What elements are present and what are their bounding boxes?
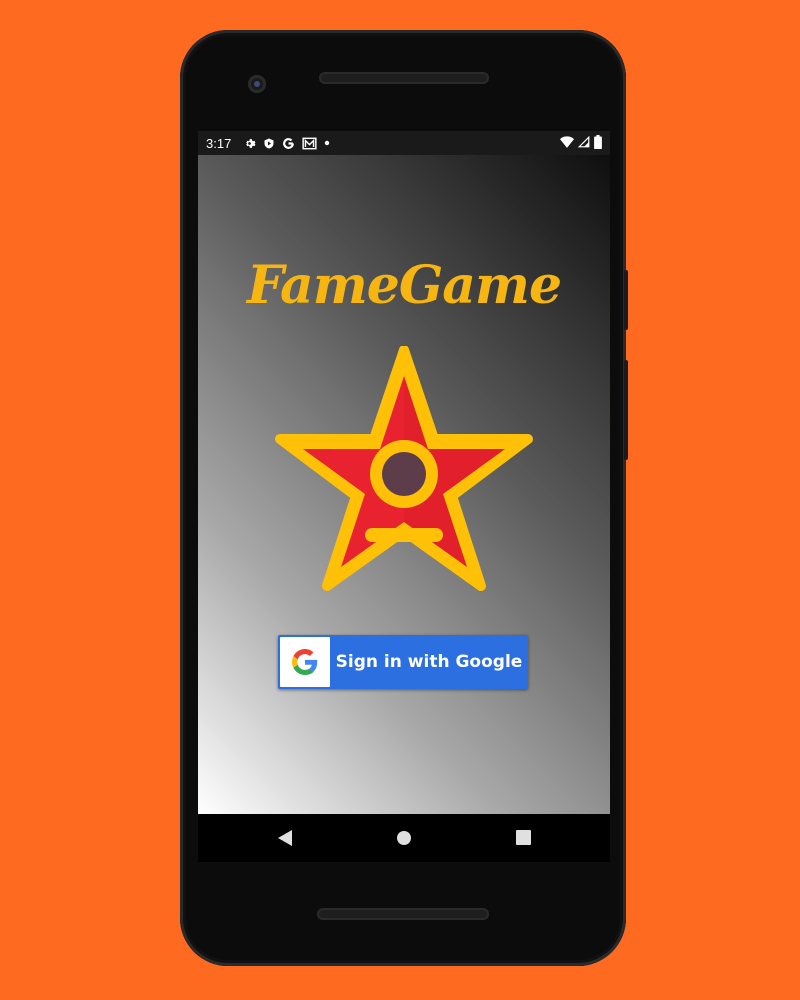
- volume-button: [624, 360, 628, 460]
- google-logo-icon: [292, 649, 318, 675]
- front-camera: [248, 75, 266, 93]
- google-sign-in-button[interactable]: Sign in with Google: [278, 635, 528, 689]
- mail-icon: [302, 137, 317, 149]
- battery-icon: [594, 135, 602, 149]
- status-time: 3:17: [206, 135, 232, 151]
- shield-icon: [264, 138, 274, 148]
- wifi-icon: [560, 136, 574, 148]
- star-logo-icon: [275, 346, 533, 591]
- recents-icon[interactable]: [516, 830, 531, 845]
- home-icon[interactable]: [396, 830, 412, 846]
- google-g-icon: [283, 137, 295, 149]
- status-bar: 3:17: [198, 131, 610, 155]
- power-button: [624, 270, 628, 330]
- google-logo-container: [280, 637, 330, 687]
- signal-icon: [578, 136, 590, 148]
- back-icon[interactable]: [278, 830, 292, 846]
- gear-icon: [246, 138, 256, 148]
- phone-frame: 3:17 FameGame Sign in with Google: [180, 30, 628, 966]
- navigation-bar: [198, 814, 610, 862]
- screen: 3:17 FameGame Sign in with Google: [198, 131, 610, 814]
- app-title: FameGame: [246, 255, 562, 316]
- google-sign-in-label: Sign in with Google: [335, 652, 523, 672]
- bottom-speaker: [317, 908, 489, 920]
- dot-icon: [325, 140, 330, 146]
- earpiece-speaker: [319, 72, 489, 84]
